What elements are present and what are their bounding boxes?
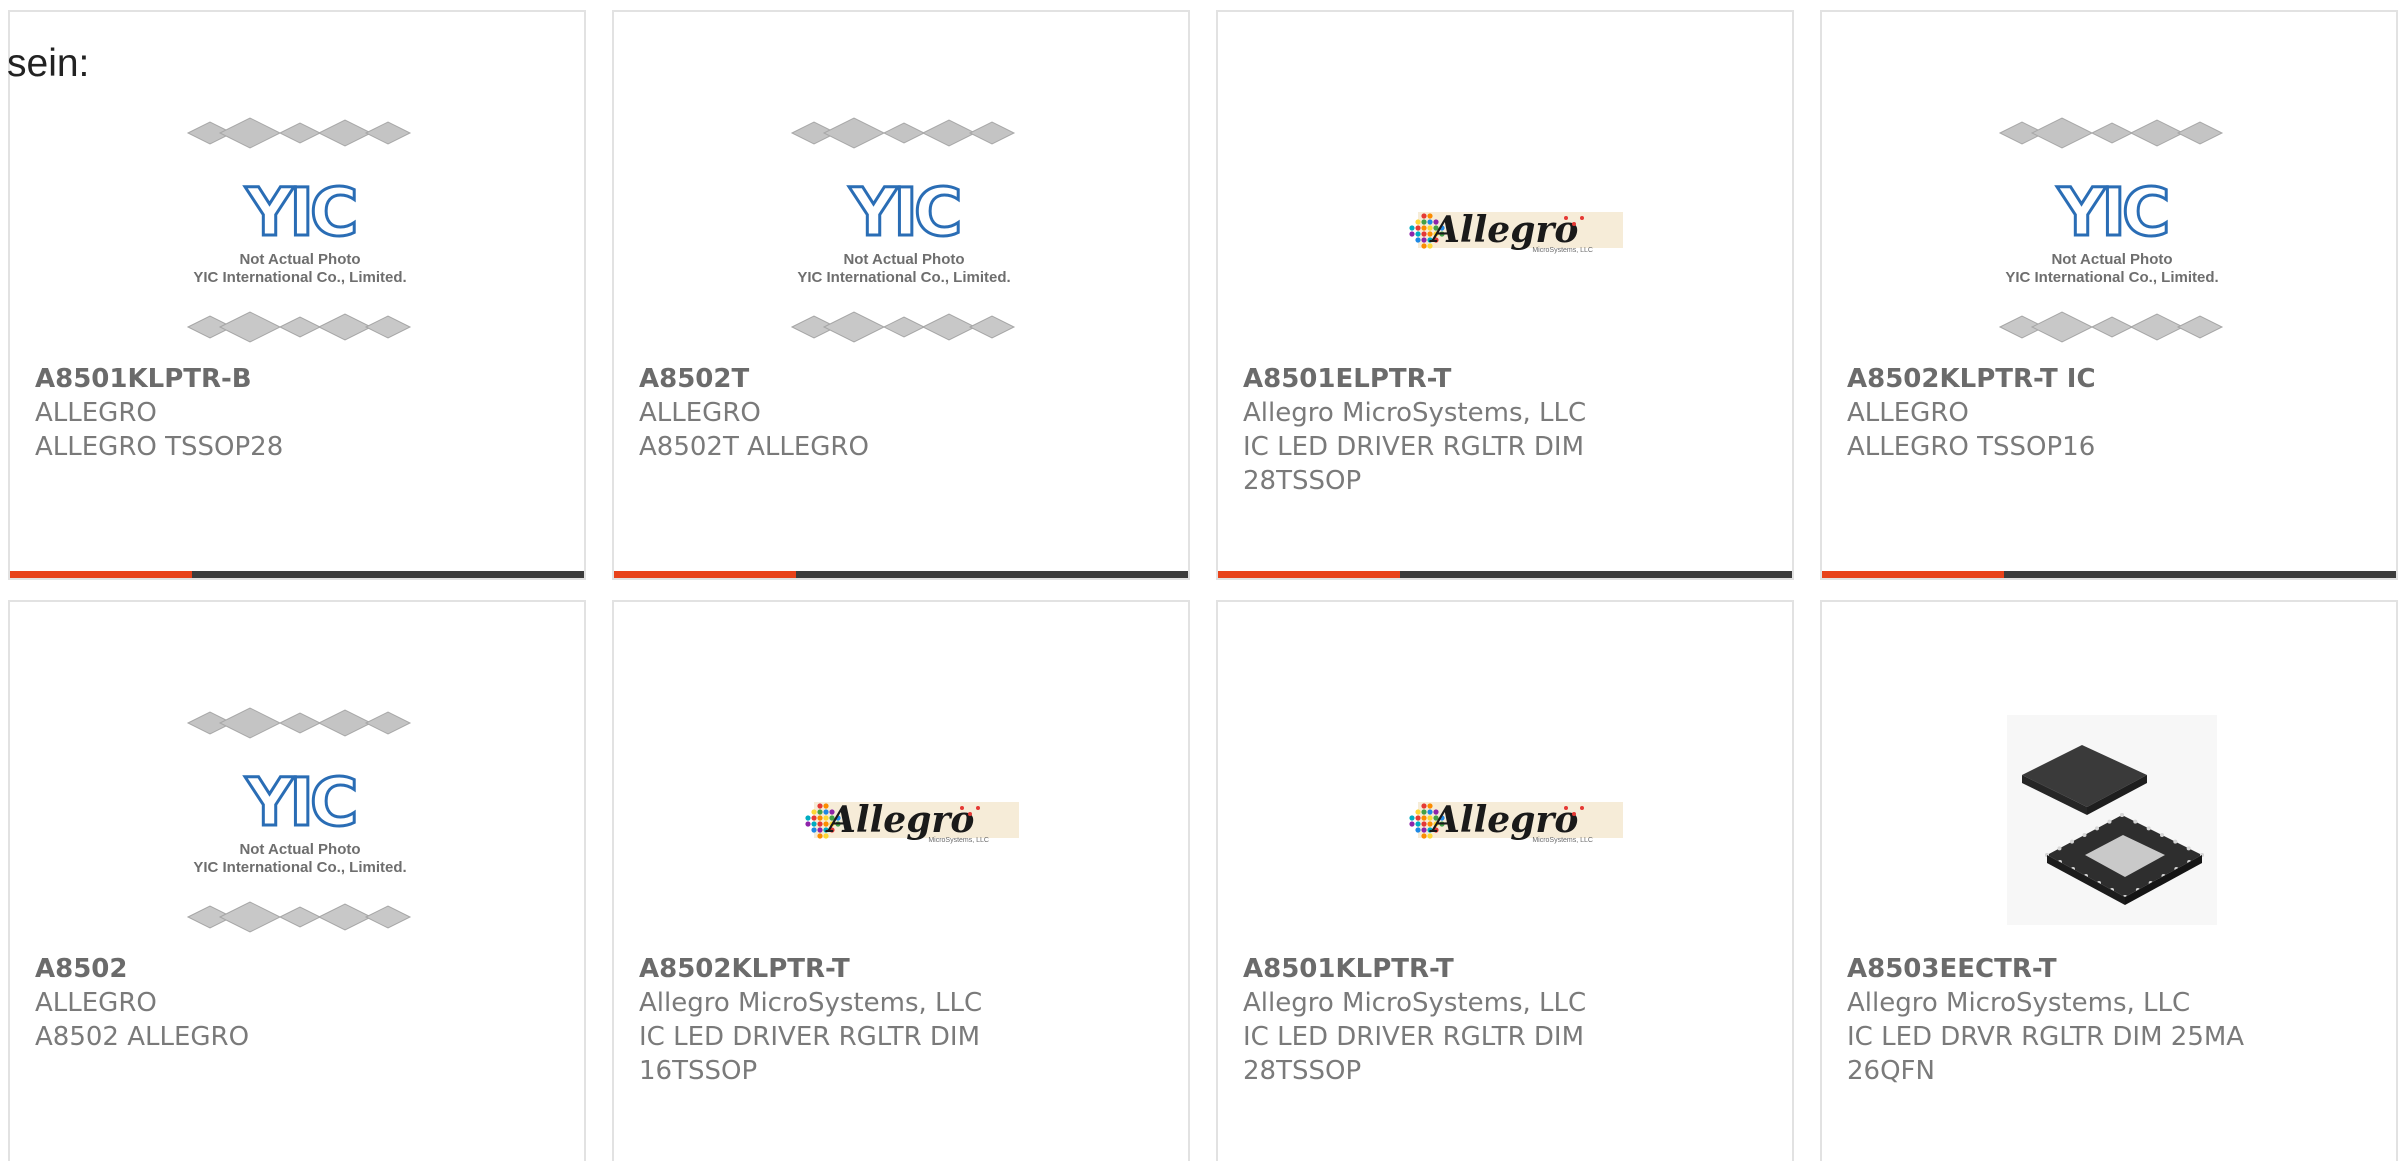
- intro-text: sein:: [7, 42, 90, 85]
- svg-text:YIC: YIC: [849, 174, 959, 251]
- description: IC LED DRIVER RGLTR DIM 28TSSOP: [1243, 432, 1585, 496]
- product-card[interactable]: Allegro MicroSystems, LLC A8501KLPTR-T Alle…: [1216, 600, 1794, 1161]
- image-caption: Not Actual Photo: [239, 251, 360, 268]
- manufacturer: ALLEGRO: [35, 398, 157, 428]
- accent-dark-segment: [796, 571, 1188, 578]
- manufacturer: Allegro MicroSystems, LLC: [1847, 988, 2191, 1018]
- yic-placeholder-icon: YICNot Actual PhotoYIC International Co.…: [790, 117, 1016, 343]
- manufacturer: ALLEGRO: [1847, 398, 1969, 428]
- manufacturer: ALLEGRO: [639, 398, 761, 428]
- manufacturer: Allegro MicroSystems, LLC: [1243, 988, 1587, 1018]
- product-info: A8501KLPTR-T Allegro MicroSystems, LLC IC …: [1243, 952, 1780, 1088]
- manufacturer: Allegro MicroSystems, LLC: [639, 988, 983, 1018]
- svg-text:Allegro: Allegro: [825, 799, 974, 841]
- allegro-logo-icon: AllegroMicroSystems, LLC: [1409, 799, 1623, 844]
- product-info: A8502KLPTR-T IC ALLEGRO ALLEGRO TSSOP16: [1847, 362, 2384, 464]
- description: IC LED DRIVER RGLTR DIM 28TSSOP: [1243, 1022, 1585, 1086]
- product-image[interactable]: Allegro MicroSystems, LLC: [1358, 102, 1658, 357]
- product-image[interactable]: YIC Not Actual Photo YIC International Co.…: [754, 102, 1054, 357]
- product-image[interactable]: YIC Not Actual Photo YIC International Co.…: [150, 102, 450, 357]
- description: A8502 ALLEGRO: [35, 1022, 250, 1052]
- description: IC LED DRVR RGLTR DIM 25MA 26QFN: [1847, 1022, 2245, 1086]
- svg-text:MicroSystems, LLC: MicroSystems, LLC: [928, 837, 989, 844]
- image-caption: YIC International Co., Limited.: [2005, 269, 2218, 286]
- svg-text:YIC: YIC: [245, 174, 355, 251]
- manufacturer: Allegro MicroSystems, LLC: [1243, 398, 1587, 428]
- manufacturer: ALLEGRO: [35, 988, 157, 1018]
- product-card[interactable]: Allegro MicroSystems, LLC A8501ELPTR-T Alle…: [1216, 10, 1794, 580]
- product-image[interactable]: YIC Not Actual Photo YIC International Co.…: [150, 692, 450, 947]
- part-number-link[interactable]: A8502KLPTR-T: [639, 952, 1176, 986]
- svg-text:YIC: YIC: [2057, 174, 2167, 251]
- image-caption: Not Actual Photo: [239, 841, 360, 858]
- product-info: A8501KLPTR-B ALLEGRO ALLEGRO TSSOP28: [35, 362, 572, 464]
- image-caption: Not Actual Photo: [843, 251, 964, 268]
- accent-dark-segment: [192, 571, 584, 578]
- part-number-link[interactable]: A8501KLPTR-T: [1243, 952, 1780, 986]
- product-info: A8502KLPTR-T Allegro MicroSystems, LLC IC …: [639, 952, 1176, 1088]
- product-card[interactable]: YIC Not Actual Photo YIC International Co.…: [8, 10, 586, 580]
- accent-orange-segment: [10, 571, 192, 578]
- product-image[interactable]: Allegro MicroSystems, LLC: [1358, 692, 1658, 947]
- svg-text:Allegro: Allegro: [1429, 799, 1578, 841]
- description: A8502T ALLEGRO: [639, 432, 869, 462]
- part-number-link[interactable]: A8501ELPTR-T: [1243, 362, 1780, 396]
- svg-text:Allegro: Allegro: [1429, 209, 1578, 251]
- image-caption: Not Actual Photo: [2051, 251, 2172, 268]
- product-card[interactable]: A8503EECTR-T Allegro MicroSystems, LLC IC …: [1820, 600, 2398, 1161]
- part-number-link[interactable]: A8501KLPTR-B: [35, 362, 572, 396]
- page: sein: YIC Not Actual Photo YIC Internation…: [0, 0, 2400, 1161]
- product-card[interactable]: Allegro MicroSystems, LLC A8502KLPTR-T Alle…: [612, 600, 1190, 1161]
- accent-orange-segment: [1822, 571, 2004, 578]
- product-info: A8502T ALLEGRO A8502T ALLEGRO: [639, 362, 1176, 464]
- accent-orange-segment: [1218, 571, 1400, 578]
- product-image[interactable]: Allegro MicroSystems, LLC: [754, 692, 1054, 947]
- image-caption: YIC International Co., Limited.: [797, 269, 1010, 286]
- card-accent-bar: [10, 571, 584, 578]
- accent-dark-segment: [2004, 571, 2396, 578]
- qfn-chip-icon: [2007, 714, 2217, 925]
- allegro-logo-icon: AllegroMicroSystems, LLC: [805, 799, 1019, 844]
- product-image[interactable]: [1962, 692, 2262, 947]
- image-caption: YIC International Co., Limited.: [193, 269, 406, 286]
- product-info: A8501ELPTR-T Allegro MicroSystems, LLC IC …: [1243, 362, 1780, 498]
- accent-dark-segment: [1400, 571, 1792, 578]
- part-number-link[interactable]: A8502T: [639, 362, 1176, 396]
- card-accent-bar: [1822, 571, 2396, 578]
- card-accent-bar: [614, 571, 1188, 578]
- allegro-logo-icon: AllegroMicroSystems, LLC: [1409, 209, 1623, 254]
- product-card[interactable]: YIC Not Actual Photo YIC International Co.…: [1820, 10, 2398, 580]
- yic-placeholder-icon: YICNot Actual PhotoYIC International Co.…: [186, 707, 412, 933]
- description: ALLEGRO TSSOP28: [35, 432, 284, 462]
- product-info: A8503EECTR-T Allegro MicroSystems, LLC IC …: [1847, 952, 2384, 1088]
- description: IC LED DRIVER RGLTR DIM 16TSSOP: [639, 1022, 981, 1086]
- yic-placeholder-icon: YICNot Actual PhotoYIC International Co.…: [1998, 117, 2224, 343]
- card-accent-bar: [1218, 571, 1792, 578]
- yic-placeholder-icon: YICNot Actual PhotoYIC International Co.…: [186, 117, 412, 343]
- product-info: A8502 ALLEGRO A8502 ALLEGRO: [35, 952, 572, 1054]
- svg-text:YIC: YIC: [245, 764, 355, 841]
- description: ALLEGRO TSSOP16: [1847, 432, 2096, 462]
- svg-text:MicroSystems, LLC: MicroSystems, LLC: [1532, 247, 1593, 254]
- svg-text:MicroSystems, LLC: MicroSystems, LLC: [1532, 837, 1593, 844]
- image-caption: YIC International Co., Limited.: [193, 859, 406, 876]
- part-number-link[interactable]: A8503EECTR-T: [1847, 952, 2384, 986]
- product-card[interactable]: YIC Not Actual Photo YIC International Co.…: [8, 600, 586, 1161]
- product-image[interactable]: YIC Not Actual Photo YIC International Co.…: [1962, 102, 2262, 357]
- product-card[interactable]: YIC Not Actual Photo YIC International Co.…: [612, 10, 1190, 580]
- part-number-link[interactable]: A8502KLPTR-T IC: [1847, 362, 2384, 396]
- accent-orange-segment: [614, 571, 796, 578]
- part-number-link[interactable]: A8502: [35, 952, 572, 986]
